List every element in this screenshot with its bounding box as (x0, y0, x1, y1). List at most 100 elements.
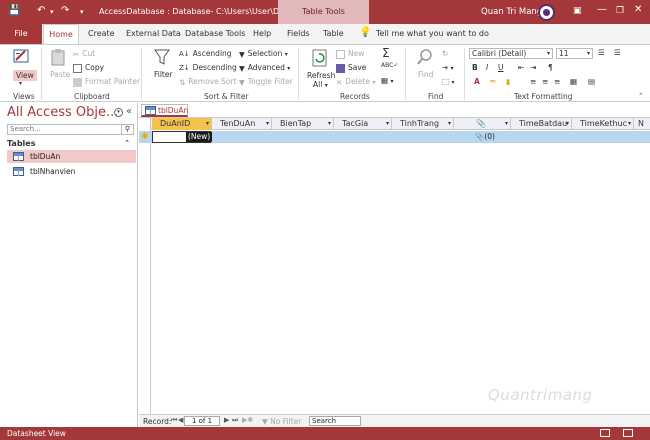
bullets-icon[interactable]: ☰ (598, 48, 605, 57)
remove-sort-button[interactable]: ⇅ Remove Sort (179, 77, 237, 87)
collapse-section-icon[interactable]: ⌃ (124, 139, 130, 147)
undo-dropdown-icon[interactable]: ▾ (50, 8, 54, 16)
column-header-tacgia[interactable]: TacGia ▾ (334, 118, 392, 130)
spelling-icon[interactable]: ABC✓ (381, 62, 398, 69)
more-icon[interactable]: ▦ ▾ (381, 76, 394, 85)
view-dropdown-icon[interactable]: ▾ (19, 80, 22, 87)
nav-section-tables[interactable]: Tables ⌃ (7, 139, 136, 148)
descending-button[interactable]: Z↓ Descending (179, 63, 237, 73)
nav-item-tbldu-an[interactable]: tblDuAn (7, 150, 136, 163)
column-header-attachment[interactable]: 📎 ▾ (454, 118, 511, 130)
column-header-tenduan[interactable]: TenDuAn ▾ (212, 118, 272, 130)
column-dropdown-icon[interactable]: ▾ (386, 118, 389, 130)
format-painter-button[interactable]: Format Painter (73, 77, 140, 87)
ascending-button[interactable]: A↓ Ascending (179, 49, 232, 59)
save-icon[interactable]: 💾 (8, 5, 20, 16)
close-icon[interactable]: ✕ (634, 4, 642, 15)
refresh-button[interactable]: Refresh (307, 71, 335, 80)
nav-pane-title[interactable]: All Access Obje... (7, 105, 118, 120)
column-header-tinhtrang[interactable]: TinhTrang ▾ (392, 118, 454, 130)
selection-button[interactable]: ▼ Selection ▾ (239, 49, 288, 59)
filter-icon[interactable] (154, 48, 170, 66)
select-icon[interactable]: ⬚ ▾ (442, 77, 455, 86)
paste-icon[interactable] (50, 48, 68, 67)
save-record-button[interactable]: Save (336, 63, 366, 73)
redo-icon[interactable]: ↷ (61, 5, 69, 16)
tab-fields[interactable]: Fields (287, 29, 310, 38)
collapse-ribbon-icon[interactable]: ⌃ (638, 92, 644, 100)
align-center-icon[interactable]: ≡ (542, 77, 548, 86)
last-record-icon[interactable]: ⏭ (232, 416, 238, 425)
italic-icon[interactable]: I (486, 63, 488, 72)
cut-button[interactable]: ✂ Cut (73, 49, 95, 59)
column-dropdown-icon[interactable]: ▾ (628, 118, 631, 130)
replace-icon[interactable]: ↻ (442, 49, 448, 58)
paragraph-icon[interactable]: ¶ (548, 63, 553, 72)
document-tab-tbldu-an[interactable]: tblDuAn (141, 104, 188, 117)
new-record-button[interactable]: New (336, 49, 364, 59)
font-color-icon[interactable]: A (474, 77, 480, 86)
column-dropdown-icon[interactable]: ▾ (566, 118, 569, 130)
find-button[interactable]: Find (418, 70, 433, 79)
tab-help[interactable]: Help (253, 29, 271, 38)
totals-icon[interactable]: Σ (382, 46, 390, 60)
underline-icon[interactable]: U (498, 63, 504, 72)
shutter-bar-icon[interactable]: « (126, 106, 132, 117)
restore-icon[interactable]: ❐ (616, 6, 624, 16)
avatar[interactable] (538, 4, 555, 21)
minimize-icon[interactable]: — (597, 4, 607, 15)
paste-button[interactable]: Paste (50, 70, 70, 79)
view-icon[interactable] (13, 48, 31, 65)
current-record-input[interactable]: 1 of 1 (184, 416, 220, 426)
filter-status[interactable]: ▼ No Filter (262, 417, 301, 426)
nav-menu-icon[interactable]: ▾ (114, 108, 123, 117)
column-header-more[interactable]: N (634, 118, 650, 130)
tab-table[interactable]: Table (323, 29, 344, 38)
goto-icon[interactable]: ➔ ▾ (442, 63, 454, 72)
column-dropdown-icon[interactable]: ▾ (448, 118, 451, 130)
bold-icon[interactable]: B (472, 63, 478, 72)
delete-record-button[interactable]: ✕ Delete ▾ (336, 77, 375, 87)
ribbon-display-icon[interactable]: ▣ (573, 6, 582, 16)
column-dropdown-icon[interactable]: ▾ (328, 118, 331, 130)
new-blank-record-icon[interactable]: ▶✱ (242, 416, 253, 424)
user-name[interactable]: Quan Tri Mang (481, 7, 542, 17)
datasheet-view-icon[interactable] (600, 429, 610, 437)
column-dropdown-icon[interactable]: ▾ (266, 118, 269, 130)
advanced-button[interactable]: ▼ Advanced ▾ (239, 63, 290, 73)
align-left-icon[interactable]: ≡ (530, 77, 536, 86)
customize-qat-icon[interactable]: ▾ (80, 8, 84, 16)
column-dropdown-icon[interactable]: ▾ (505, 118, 508, 130)
tell-me-input[interactable]: Tell me what you want to do (376, 29, 489, 38)
highlight-icon[interactable]: ✏ (490, 77, 496, 86)
copy-button[interactable]: Copy (73, 63, 104, 73)
tab-home[interactable]: Home (43, 24, 79, 44)
filter-button[interactable]: Filter (154, 70, 173, 79)
column-header-duanid[interactable]: DuAnID ▾ (152, 118, 212, 130)
column-header-bientap[interactable]: BienTap ▾ (272, 118, 334, 130)
font-select[interactable]: Calibri (Detail) ▾ (469, 48, 553, 59)
nav-search-input[interactable]: Search... (7, 124, 122, 135)
undo-icon[interactable]: ↶ (37, 5, 45, 16)
align-right-icon[interactable]: ≡ (554, 77, 560, 86)
tab-database-tools[interactable]: Database Tools (185, 29, 245, 38)
tab-file[interactable]: File (0, 24, 42, 44)
column-header-timebatdau[interactable]: TimeBatdau ▾ (511, 118, 572, 130)
previous-record-icon[interactable]: ◀ (178, 416, 183, 424)
tab-create[interactable]: Create (88, 29, 115, 38)
search-icon[interactable]: ⚲ (122, 124, 134, 135)
font-size-select[interactable]: 11 ▾ (556, 48, 593, 59)
indent-decrease-icon[interactable]: ⇤ (518, 63, 524, 72)
new-record-row[interactable] (139, 131, 650, 143)
fill-color-icon[interactable]: ▮ (506, 77, 510, 86)
next-record-icon[interactable]: ▶ (224, 416, 229, 424)
refresh-icon[interactable] (311, 48, 329, 68)
tab-external-data[interactable]: External Data (126, 29, 181, 38)
refresh-all-button[interactable]: All ▾ (313, 80, 328, 89)
first-record-icon[interactable]: ⏮ (171, 416, 177, 425)
numbering-icon[interactable]: ☰ (614, 48, 621, 57)
nav-item-tblnhanvien[interactable]: tblNhanvien (7, 165, 136, 178)
column-dropdown-icon[interactable]: ▾ (206, 118, 209, 130)
attachment-cell[interactable]: 📎(0) (475, 132, 495, 142)
alternate-row-icon[interactable]: ▤ (588, 77, 595, 86)
